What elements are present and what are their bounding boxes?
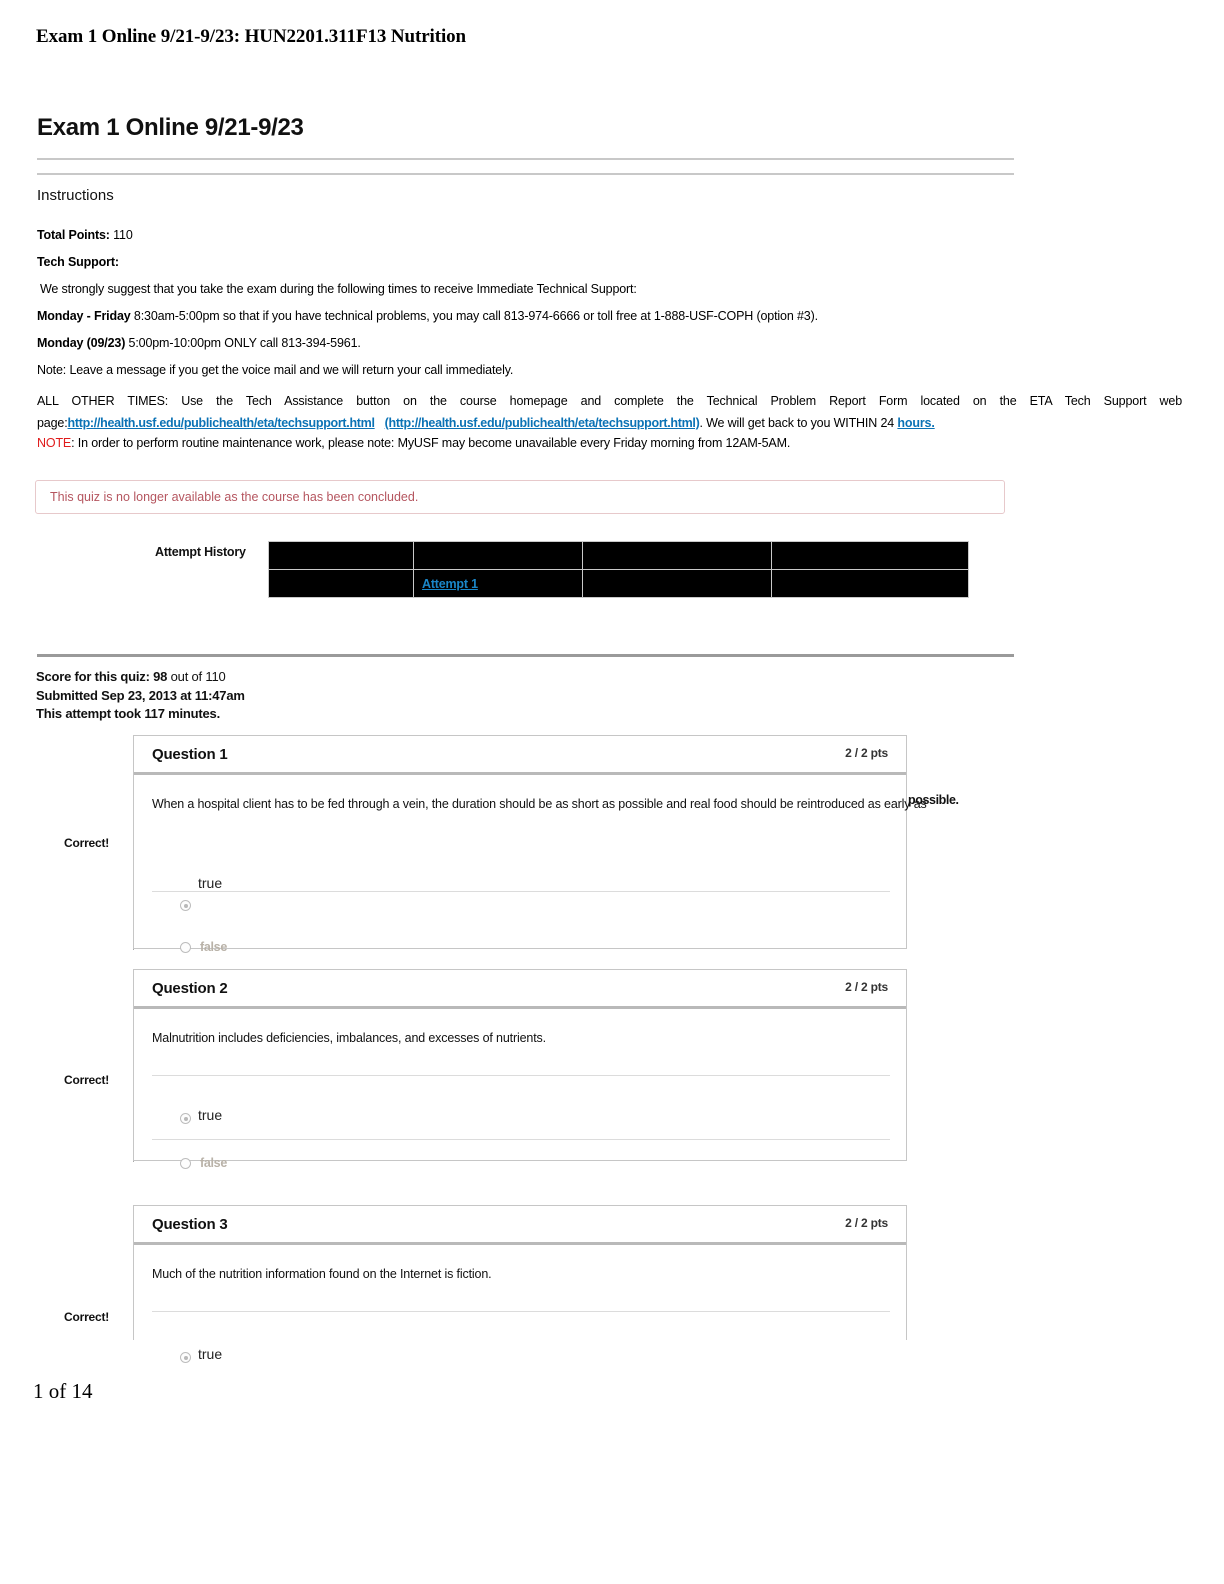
submitted-line: Submitted Sep 23, 2013 at 11:47am xyxy=(36,688,245,703)
mon-fri-text: 8:30am-5:00pm so that if you have techni… xyxy=(133,309,818,323)
question-3-points: 2 / 2 pts xyxy=(845,1216,888,1230)
question-2-option-divider-1 xyxy=(152,1075,890,1076)
question-1-header: Question 1 2 / 2 pts xyxy=(134,736,906,775)
question-card-3: Question 3 2 / 2 pts Much of the nutriti… xyxy=(133,1205,907,1363)
question-3-label-true[interactable]: true xyxy=(198,1346,222,1362)
question-1-overflow-word: possible. xyxy=(908,793,959,807)
question-3-text: Much of the nutrition information found … xyxy=(152,1267,492,1281)
question-2-label-true[interactable]: true xyxy=(198,1107,222,1123)
question-1-label-true[interactable]: true xyxy=(198,875,222,891)
table-row: Attempt 1 xyxy=(268,569,969,598)
score-out-of: out of 110 xyxy=(170,669,226,684)
running-footer: 1 of 14 xyxy=(33,1379,93,1403)
question-3-correct-flag: Correct! xyxy=(64,1310,110,1324)
question-3-radio-true[interactable] xyxy=(180,1352,191,1363)
techsupport-link[interactable]: http://health.usf.edu/publichealth/eta/t… xyxy=(68,416,375,430)
table-cell-attempt: Attempt 1 xyxy=(413,569,583,598)
table-cell xyxy=(268,569,414,598)
attempt-history-table: Attempt 1 xyxy=(268,541,969,598)
question-2-option-divider-2 xyxy=(152,1139,890,1140)
instructions-heading: Instructions xyxy=(37,187,114,204)
question-2-correct-flag: Correct! xyxy=(64,1073,110,1087)
monday-label: Monday (09/23) xyxy=(37,336,126,350)
total-points-value: 110 xyxy=(113,228,133,242)
total-points-line: Total Points: 110 xyxy=(37,228,133,243)
question-1-radio-false[interactable] xyxy=(180,942,191,953)
score-divider xyxy=(37,654,1014,657)
total-points-label: Total Points: xyxy=(37,228,110,242)
maintenance-note: NOTE: In order to perform routine mainte… xyxy=(37,436,790,450)
duration-line: This attempt took 117 minutes. xyxy=(36,706,220,721)
question-1-label-false[interactable]: false xyxy=(200,940,227,954)
tech-support-heading: Tech Support: xyxy=(37,255,119,269)
mon-fri-line: Monday - Friday 8:30am-5:00pm so that if… xyxy=(37,309,818,324)
page-title: Exam 1 Online 9/21-9/23 xyxy=(37,114,304,141)
question-1-text: When a hospital client has to be fed thr… xyxy=(152,797,927,811)
title-divider-bottom xyxy=(37,173,1014,175)
question-1-correct-flag: Correct! xyxy=(64,836,110,850)
maintenance-text: : In order to perform routine maintenanc… xyxy=(71,436,791,450)
question-2-label-false[interactable]: false xyxy=(200,1156,227,1170)
title-divider-top xyxy=(37,158,1014,160)
score-line: Score for this quiz: 98 out of 110 xyxy=(36,669,226,684)
attempt-1-link[interactable]: Attempt 1 xyxy=(422,577,478,591)
running-header: Exam 1 Online 9/21-9/23: HUN2201.311F13 … xyxy=(36,26,466,47)
after-links-text: . We will get back to you WITHIN 24 xyxy=(699,416,895,430)
techsupport-link-parenthetical[interactable]: (http://health.usf.edu/publichealth/eta/… xyxy=(385,416,700,430)
quiz-unavailable-alert: This quiz is no longer available as the … xyxy=(35,480,1005,514)
table-row xyxy=(268,541,969,570)
question-2-title: Question 2 xyxy=(152,980,228,997)
question-card-1: Question 1 2 / 2 pts When a hospital cli… xyxy=(133,735,927,954)
monday-text: 5:00pm-10:00pm ONLY call 813-394-5961. xyxy=(128,336,361,350)
table-cell xyxy=(582,541,772,570)
question-1-title: Question 1 xyxy=(152,746,228,763)
all-other-times-paragraph: ALL OTHER TIMES: Use the Tech Assistance… xyxy=(37,390,1182,434)
tech-support-suggestion: We strongly suggest that you take the ex… xyxy=(40,282,637,296)
question-3-title: Question 3 xyxy=(152,1216,228,1233)
voicemail-note: Note: Leave a message if you get the voi… xyxy=(37,363,514,377)
alert-message: This quiz is no longer available as the … xyxy=(50,490,419,504)
question-2-header: Question 2 2 / 2 pts xyxy=(134,970,906,1009)
attempt-history-label: Attempt History xyxy=(155,545,246,559)
question-1-prompt: When a hospital client has to be fed thr… xyxy=(152,797,927,811)
question-3-header: Question 3 2 / 2 pts xyxy=(134,1206,906,1245)
question-1-points: 2 / 2 pts xyxy=(845,746,888,760)
question-1-text-overflow: possible. xyxy=(908,793,959,807)
table-cell xyxy=(771,569,969,598)
monday-line: Monday (09/23) 5:00pm-10:00pm ONLY call … xyxy=(37,336,361,351)
question-card-2: Question 2 2 / 2 pts Malnutrition includ… xyxy=(133,969,907,1170)
note-label: NOTE xyxy=(37,436,72,450)
score-label: Score for this quiz: xyxy=(36,669,150,684)
hours-link[interactable]: hours. xyxy=(897,416,934,430)
score-value: 98 xyxy=(153,669,168,684)
table-cell xyxy=(413,541,583,570)
table-cell xyxy=(771,541,969,570)
quiz-results-page: Exam 1 Online 9/21-9/23: HUN2201.311F13 … xyxy=(0,0,1224,1584)
question-2-text: Malnutrition includes deficiencies, imba… xyxy=(152,1031,546,1045)
table-cell xyxy=(268,541,414,570)
mon-fri-label: Monday - Friday xyxy=(37,309,131,323)
question-2-points: 2 / 2 pts xyxy=(845,980,888,994)
question-2-radio-true[interactable] xyxy=(180,1113,191,1124)
question-3-option-divider-1 xyxy=(152,1311,890,1312)
table-cell xyxy=(582,569,772,598)
question-1-radio-true[interactable] xyxy=(180,900,191,911)
question-1-option-divider-1 xyxy=(152,891,890,892)
question-2-radio-false[interactable] xyxy=(180,1158,191,1169)
